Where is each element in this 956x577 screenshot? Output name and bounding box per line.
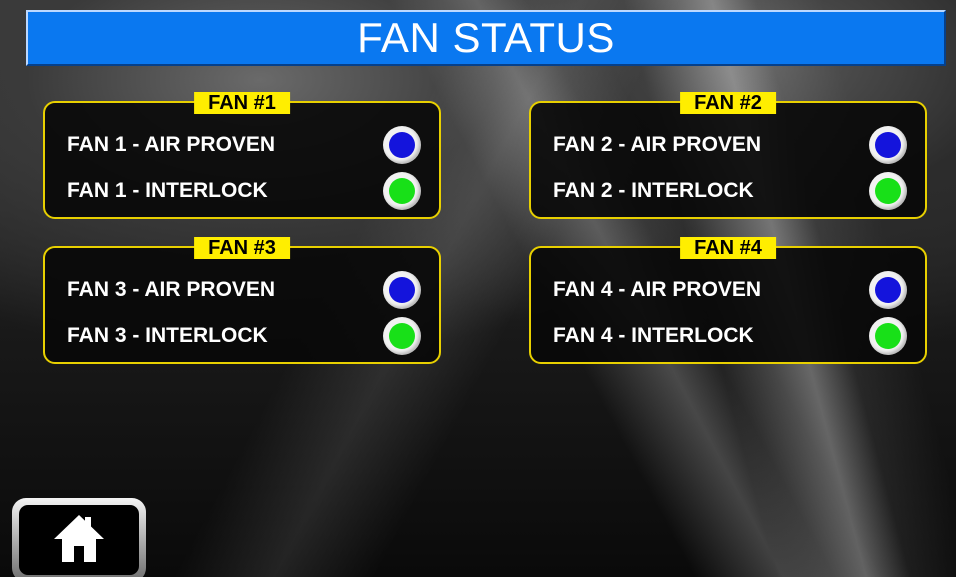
fan-2-air-proven-row: FAN 2 - AIR PROVEN: [553, 125, 911, 165]
blue-indicator-light: [875, 277, 901, 303]
blue-indicator-light: [389, 277, 415, 303]
blue-indicator-light: [389, 132, 415, 158]
fan-4-interlock-row: FAN 4 - INTERLOCK: [553, 316, 911, 356]
fan-4-tag: FAN #4: [680, 237, 776, 259]
fan-3-air-proven-indicator: [383, 271, 421, 309]
fan-1-tag: FAN #1: [194, 92, 290, 114]
blue-indicator-light: [875, 132, 901, 158]
green-indicator-light: [875, 178, 901, 204]
green-indicator-light: [875, 323, 901, 349]
fan-3-interlock-label: FAN 3 - INTERLOCK: [67, 324, 268, 347]
fan-4-interlock-indicator: [869, 317, 907, 355]
fan-2-interlock-label: FAN 2 - INTERLOCK: [553, 179, 754, 202]
fan-1-interlock-label: FAN 1 - INTERLOCK: [67, 179, 268, 202]
fan-2-interlock-indicator: [869, 172, 907, 210]
fan-3-tag: FAN #3: [194, 237, 290, 259]
fan-3-air-proven-row: FAN 3 - AIR PROVEN: [67, 270, 425, 310]
home-icon: [52, 512, 106, 569]
fan-4-air-proven-row: FAN 4 - AIR PROVEN: [553, 270, 911, 310]
fan-3-interlock-row: FAN 3 - INTERLOCK: [67, 316, 425, 356]
home-button[interactable]: [12, 498, 146, 577]
fan-2-air-proven-label: FAN 2 - AIR PROVEN: [553, 133, 762, 156]
hmi-screen: FAN STATUS FAN #1 FAN 1 - AIR PROVEN FAN…: [0, 0, 956, 577]
fan-2-air-proven-indicator: [869, 126, 907, 164]
fan-4-air-proven-label: FAN 4 - AIR PROVEN: [553, 278, 762, 301]
green-indicator-light: [389, 323, 415, 349]
fan-4-interlock-label: FAN 4 - INTERLOCK: [553, 324, 754, 347]
fan-1-panel: FAN #1 FAN 1 - AIR PROVEN FAN 1 - INTERL…: [43, 92, 441, 219]
fan-4-panel: FAN #4 FAN 4 - AIR PROVEN FAN 4 - INTERL…: [529, 237, 927, 364]
fan-1-air-proven-row: FAN 1 - AIR PROVEN: [67, 125, 425, 165]
fan-3-interlock-indicator: [383, 317, 421, 355]
fan-4-air-proven-indicator: [869, 271, 907, 309]
fan-2-tag: FAN #2: [680, 92, 776, 114]
title-bar: FAN STATUS: [26, 10, 946, 66]
fan-1-interlock-row: FAN 1 - INTERLOCK: [67, 171, 425, 211]
fan-2-panel: FAN #2 FAN 2 - AIR PROVEN FAN 2 - INTERL…: [529, 92, 927, 219]
fan-3-air-proven-label: FAN 3 - AIR PROVEN: [67, 278, 276, 301]
green-indicator-light: [389, 178, 415, 204]
fan-3-panel: FAN #3 FAN 3 - AIR PROVEN FAN 3 - INTERL…: [43, 237, 441, 364]
fan-1-interlock-indicator: [383, 172, 421, 210]
fan-2-interlock-row: FAN 2 - INTERLOCK: [553, 171, 911, 211]
home-button-face: [19, 505, 139, 575]
fan-1-air-proven-label: FAN 1 - AIR PROVEN: [67, 133, 276, 156]
fan-1-air-proven-indicator: [383, 126, 421, 164]
page-title: FAN STATUS: [357, 14, 615, 61]
